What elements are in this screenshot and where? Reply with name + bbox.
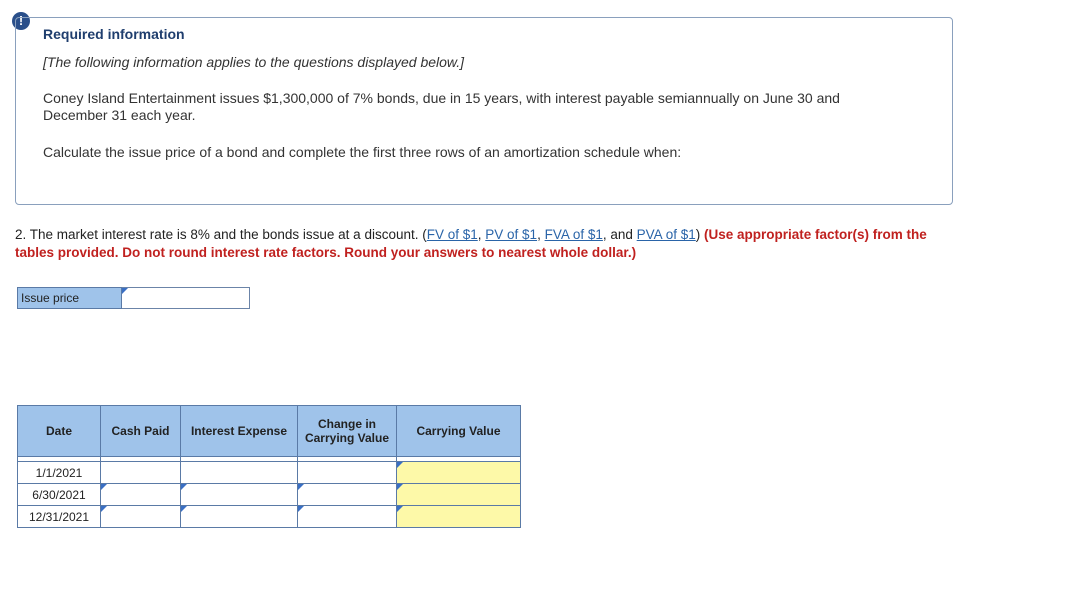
table-header-row: Date Cash Paid Interest Expense Change i… (17, 405, 521, 457)
cash-paid-input[interactable] (100, 505, 181, 528)
date-cell: 6/30/2021 (17, 483, 101, 506)
interest-expense-input[interactable] (180, 505, 298, 528)
fva-link[interactable]: FVA of $1 (545, 227, 603, 242)
date-cell: 1/1/2021 (17, 461, 101, 484)
carrying-value-input[interactable] (396, 483, 521, 506)
info-title: Required information (43, 26, 185, 42)
header-change-in-carrying-value: Change in Carrying Value (297, 405, 397, 457)
issue-price-row: Issue price (17, 287, 250, 309)
info-instruction: Calculate the issue price of a bond and … (43, 144, 682, 160)
amortization-schedule: Date Cash Paid Interest Expense Change i… (17, 405, 521, 528)
date-cell: 12/31/2021 (17, 505, 101, 528)
change-in-carrying-value-input[interactable] (297, 483, 397, 506)
change-in-carrying-value-input[interactable] (297, 505, 397, 528)
header-date: Date (17, 405, 101, 457)
carrying-value-input[interactable] (396, 505, 521, 528)
issue-price-label: Issue price (17, 287, 122, 309)
question-text: 2. The market interest rate is 8% and th… (15, 226, 935, 262)
link-separator: , (537, 227, 545, 242)
header-carrying-value: Carrying Value (396, 405, 521, 457)
table-row: 6/30/2021 (17, 483, 521, 506)
link-separator: , and (602, 227, 637, 242)
table-row: 12/31/2021 (17, 505, 521, 528)
header-cash-paid: Cash Paid (100, 405, 181, 457)
interest-expense-cell (180, 461, 298, 484)
fv-link[interactable]: FV of $1 (427, 227, 478, 242)
pv-link[interactable]: PV of $1 (485, 227, 537, 242)
pva-link[interactable]: PVA of $1 (637, 227, 696, 242)
question-prefix: 2. The market interest rate is 8% and th… (15, 227, 427, 242)
cash-paid-cell (100, 461, 181, 484)
question-suffix: ) (695, 227, 704, 242)
carrying-value-input[interactable] (396, 461, 521, 484)
change-in-carrying-value-cell (297, 461, 397, 484)
info-body: Coney Island Entertainment issues $1,300… (43, 90, 840, 123)
table-row: 1/1/2021 (17, 461, 521, 484)
issue-price-input[interactable] (122, 287, 250, 309)
info-note: [The following information applies to th… (43, 54, 465, 70)
cash-paid-input[interactable] (100, 483, 181, 506)
interest-expense-input[interactable] (180, 483, 298, 506)
header-interest-expense: Interest Expense (180, 405, 298, 457)
